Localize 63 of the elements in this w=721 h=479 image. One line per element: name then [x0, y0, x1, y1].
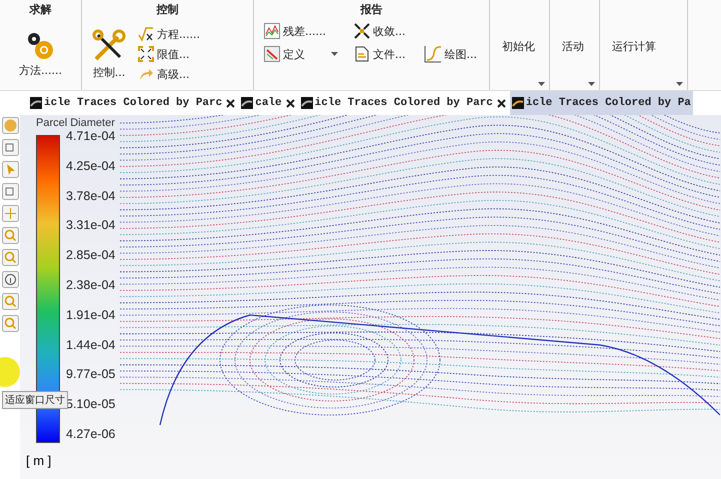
ribbon-menu-button[interactable]: 运行计算 — [608, 38, 679, 54]
scale-label: 4.27e-06 — [66, 426, 116, 441]
scale-label: 4.71e-04 — [66, 129, 116, 143]
tab-label: icle Traces Colored by Parc — [44, 97, 222, 109]
move-icon[interactable] — [2, 205, 18, 222]
close-icon[interactable] — [496, 98, 506, 108]
ribbon-button[interactable]: 残差...... — [262, 22, 338, 40]
legend-title: Parcel Diameter — [36, 117, 116, 129]
ribbon-button[interactable]: 绘图... — [422, 44, 479, 64]
sun-icon[interactable] — [2, 117, 18, 134]
ribbon-button[interactable]: 收敛... — [352, 22, 408, 40]
tab-label: cale — [255, 97, 282, 109]
scale-label: 1.91e-04 — [66, 308, 116, 322]
dropdown-caret-icon[interactable] — [331, 52, 338, 56]
scale-label: 3.78e-04 — [66, 188, 116, 203]
document-icon — [354, 46, 370, 62]
ribbon-menu-button[interactable]: 初始化 — [498, 38, 541, 54]
ribbon-button[interactable]: 文件... — [352, 44, 408, 64]
graphics-icon — [512, 97, 524, 109]
ribbon-button[interactable]: 限值... — [136, 45, 202, 63]
ribbon-menu-button[interactable]: 活动 — [558, 38, 591, 54]
graphics-icon — [300, 97, 313, 109]
residual-chart-icon — [264, 23, 280, 39]
scale-label: 4.25e-04 — [66, 158, 116, 173]
ribbon-button[interactable]: 定义 — [262, 45, 307, 63]
tab-label: icle Traces Colored by Parc — [314, 97, 493, 109]
view-tab[interactable]: icle Traces Colored by Pa — [510, 91, 693, 115]
scale-label: 2.85e-04 — [66, 248, 116, 262]
dropdown-caret-icon[interactable] — [676, 82, 683, 86]
group-title: 控制 — [155, 2, 180, 18]
ribbon-button[interactable]: 方法...... — [17, 30, 64, 78]
fit-icon[interactable] — [2, 293, 18, 310]
scale-label: 2.38e-04 — [66, 278, 116, 292]
square-root-icon — [138, 26, 154, 42]
dropdown-caret-icon[interactable] — [538, 82, 545, 86]
tab-label: icle Traces Colored by Pa — [526, 97, 691, 109]
pointer-icon[interactable] — [2, 161, 18, 178]
ribbon-button[interactable]: 控制... — [90, 28, 128, 80]
search-icon[interactable] — [2, 249, 18, 266]
expand-arrows-icon — [138, 46, 154, 62]
close-icon[interactable] — [286, 98, 295, 108]
close-icon[interactable] — [226, 98, 236, 108]
scale-label: 3.31e-04 — [66, 218, 116, 232]
info-icon[interactable] — [2, 271, 18, 288]
group-title: 求解 — [28, 2, 52, 18]
zoom-plus-icon[interactable] — [2, 227, 18, 244]
unit-label: [ m ] — [26, 453, 52, 468]
tooltip: 适应窗口尺寸 — [2, 391, 68, 409]
graphics-icon — [241, 97, 254, 109]
scale-label: 9.77e-05 — [66, 367, 116, 382]
wrench-screwdriver-icon — [92, 28, 126, 62]
group-title: 报告 — [359, 2, 384, 18]
chart-define-icon — [264, 46, 280, 62]
converge-arrows-icon — [354, 23, 370, 39]
gears-icon — [25, 30, 56, 60]
dropdown-caret-icon[interactable] — [588, 82, 595, 86]
ribbon-button[interactable]: 高级... — [136, 65, 202, 83]
curve-plot-icon — [424, 45, 442, 63]
curved-arrow-icon — [138, 66, 154, 82]
ribbon-button[interactable]: 方程...... — [136, 25, 202, 43]
graphics-icon — [30, 97, 42, 109]
zoom-minus-icon[interactable] — [2, 315, 18, 332]
scale-label: 1.44e-04 — [66, 338, 116, 352]
